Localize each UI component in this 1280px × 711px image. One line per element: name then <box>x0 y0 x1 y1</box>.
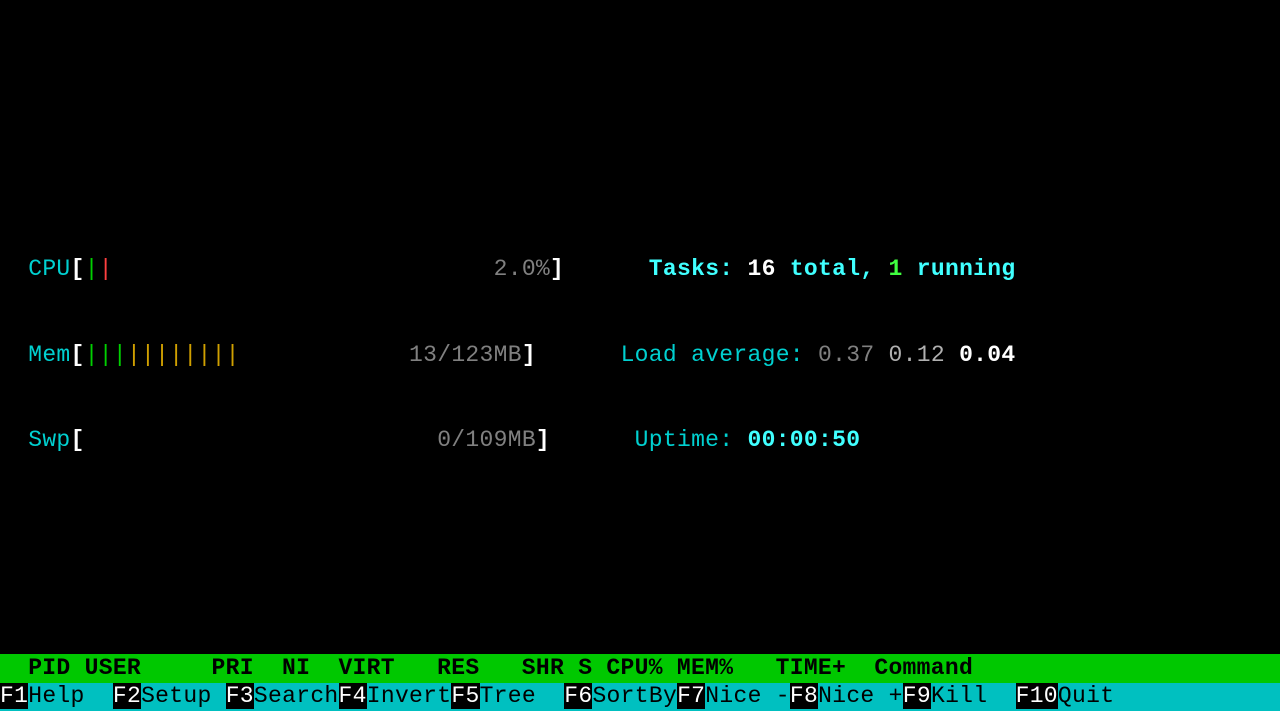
fnkey-F6[interactable]: F6 <box>564 683 592 709</box>
fnkey-F7[interactable]: F7 <box>677 683 705 709</box>
fnkey-F8-label[interactable]: Nice + <box>818 683 903 709</box>
fnkey-F9[interactable]: F9 <box>903 683 931 709</box>
uptime-label: Uptime: <box>635 427 748 453</box>
cpu-label: CPU <box>28 256 70 282</box>
fnkey-F3-label[interactable]: Search <box>254 683 339 709</box>
fnkey-F10-label[interactable]: Quit <box>1058 683 1143 709</box>
tasks-label: Tasks: <box>649 256 748 282</box>
fnkey-F2-label[interactable]: Setup <box>141 683 226 709</box>
fnkey-F2[interactable]: F2 <box>113 683 141 709</box>
load-3: 0.04 <box>959 342 1015 368</box>
fnkey-F6-label[interactable]: SortBy <box>592 683 677 709</box>
column-header[interactable]: PID USER PRI NI VIRT RES SHR S CPU% MEM%… <box>0 654 1280 683</box>
cpu-value: 2.0% <box>494 256 550 282</box>
fnkey-F3[interactable]: F3 <box>226 683 254 709</box>
mem-meter-row: Mem[||||||||||| 13/123MB] Load average: … <box>0 341 1280 370</box>
fnkey-F5-label[interactable]: Tree <box>480 683 565 709</box>
fnkey-F5[interactable]: F5 <box>451 683 479 709</box>
htop-screen: CPU[|| 2.0%] Tasks: 16 total, 1 running … <box>0 114 1280 711</box>
swp-label: Swp <box>28 427 70 453</box>
fnkey-F1[interactable]: F1 <box>0 683 28 709</box>
fnkey-F9-label[interactable]: Kill <box>931 683 1016 709</box>
fnkey-F4[interactable]: F4 <box>339 683 367 709</box>
load-2: 0.12 <box>889 342 945 368</box>
function-key-bar[interactable]: F1Help F2Setup F3SearchF4InvertF5Tree F6… <box>0 682 1143 711</box>
tasks-total: 16 <box>748 256 776 282</box>
swp-value: 0/109MB <box>437 427 536 453</box>
fnkey-F10[interactable]: F10 <box>1016 683 1058 709</box>
load-label: Load average: <box>621 342 818 368</box>
fnkey-F7-label[interactable]: Nice - <box>705 683 790 709</box>
load-1: 0.37 <box>818 342 874 368</box>
mem-value: 13/123MB <box>409 342 522 368</box>
swp-meter-row: Swp[ 0/109MB] Uptime: 00:00:50 <box>0 426 1280 455</box>
tasks-running: 1 <box>889 256 903 282</box>
cpu-meter-row: CPU[|| 2.0%] Tasks: 16 total, 1 running <box>0 255 1280 284</box>
uptime-value: 00:00:50 <box>747 427 860 453</box>
fnkey-F4-label[interactable]: Invert <box>367 683 452 709</box>
mem-label: Mem <box>28 342 70 368</box>
fnkey-F1-label[interactable]: Help <box>28 683 113 709</box>
fnkey-F8[interactable]: F8 <box>790 683 818 709</box>
